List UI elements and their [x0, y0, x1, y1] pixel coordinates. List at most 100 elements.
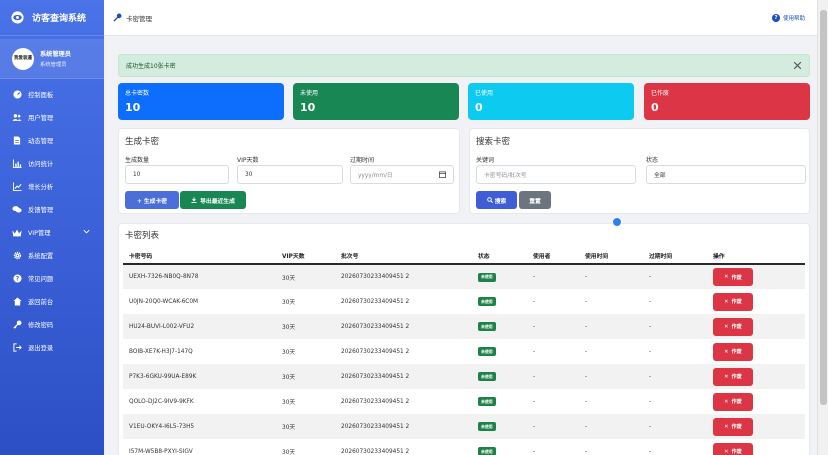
- void-button[interactable]: ✕ 作废: [713, 268, 753, 286]
- help-label: 使用帮助: [782, 16, 805, 22]
- batch-number: 20260730233409451 2: [341, 314, 478, 339]
- used-time-cell: -: [585, 364, 649, 389]
- list-title: 卡密列表: [125, 231, 160, 241]
- card-code: P7K3-6GKU-99UA-E89K: [123, 364, 282, 389]
- vip-days: 30天: [282, 450, 296, 455]
- generate-button[interactable]: + 生成卡密: [125, 191, 179, 209]
- reset-button[interactable]: 重置: [519, 191, 551, 209]
- download-icon: [191, 197, 197, 203]
- days-input[interactable]: 30: [237, 165, 343, 184]
- keyword-input[interactable]: 卡密号码/批次号: [476, 165, 636, 184]
- sidebar-item-posts[interactable]: 动态管理: [0, 129, 104, 152]
- user-cell: -: [533, 364, 585, 389]
- sidebar-item-label: 增长分析: [28, 184, 54, 191]
- expire-time-cell: -: [649, 298, 652, 305]
- gear-icon: [12, 251, 22, 261]
- scrollbar[interactable]: [817, 0, 828, 455]
- header-used-time: 使用时间: [585, 248, 649, 265]
- status-badge: 未使用: [478, 372, 496, 381]
- user-cell: -: [533, 348, 536, 355]
- card-code: UEXH-7326-NB0Q-8N78: [123, 264, 282, 289]
- sidebar-item-dashboard[interactable]: 控制面板: [0, 83, 104, 106]
- close-icon: ✕: [724, 274, 729, 280]
- void-button[interactable]: ✕ 作废: [713, 292, 753, 311]
- stat-voided: 已作废 0: [644, 83, 810, 120]
- key-icon: [113, 13, 122, 22]
- sidebar-item-label: 控制面板: [28, 92, 54, 99]
- void-label: 作废: [731, 399, 742, 405]
- user-cell: -: [533, 398, 536, 405]
- brand[interactable]: 访客查询系统: [0, 0, 104, 36]
- bar-chart-icon: [12, 159, 22, 169]
- status-badge: 未使用: [478, 297, 496, 306]
- chevron-down-icon: [83, 229, 90, 236]
- expire-time-cell: -: [649, 264, 713, 289]
- key-icon: [12, 320, 22, 330]
- table-row: P7K3-6GKU-99UA-E89K 30天 2026073023340945…: [123, 364, 805, 389]
- search-icon: [486, 197, 493, 203]
- expire-placeholder: yyyy/mm/日: [358, 173, 393, 179]
- sidebar-item-config[interactable]: 系统配置: [0, 244, 104, 267]
- vip-days: 30天: [282, 364, 341, 389]
- stat-value: 10: [125, 101, 141, 114]
- expire-date-input[interactable]: yyyy/mm/日: [350, 165, 454, 184]
- stat-unused: 未使用 10: [293, 83, 459, 120]
- close-icon: ✕: [724, 398, 729, 405]
- export-button[interactable]: 导出最近生成: [180, 191, 246, 209]
- sidebar-item-home[interactable]: 返回前台: [0, 290, 104, 313]
- search-title: 搜索卡密: [476, 137, 511, 147]
- sidebar-item-users[interactable]: 用户管理: [0, 106, 104, 129]
- vip-days: 30天: [282, 350, 296, 356]
- table-row: U0JN-20Q0-WCAK-6C0M 30天 2026073023340945…: [123, 289, 805, 314]
- void-button[interactable]: ✕ 作废: [713, 367, 753, 386]
- void-label: 作废: [731, 374, 742, 380]
- sidebar-item-label: 访问统计: [28, 161, 54, 168]
- void-button[interactable]: ✕ 作废: [713, 442, 753, 455]
- status-select[interactable]: 全部: [646, 165, 806, 184]
- status-label: 状态: [646, 157, 659, 164]
- sidebar-item-label: 常见问题: [28, 276, 54, 283]
- sidebar-item-password[interactable]: 修改密码: [0, 313, 104, 336]
- close-icon: ✕: [724, 448, 729, 455]
- chat-bubble-icon[interactable]: [612, 217, 622, 227]
- sidebar-item-stats[interactable]: 访问统计: [0, 152, 104, 175]
- void-button[interactable]: ✕ 作废: [713, 417, 753, 436]
- avatar: 我爱装逼: [12, 47, 34, 70]
- used-time-cell: -: [585, 414, 649, 439]
- scrollbar-thumb[interactable]: [820, 10, 827, 405]
- sidebar-item-logout[interactable]: 退出登录: [0, 336, 104, 359]
- stat-value: 0: [475, 101, 483, 114]
- expire-time-cell: -: [649, 414, 713, 439]
- header-status: 状态: [478, 248, 533, 265]
- sidebar: 访客查询系统 我爱装逼 系统管理员 系统管理员 控制面板 用户管理 动态管理 访…: [0, 0, 104, 455]
- help-link[interactable]: ? 使用帮助: [771, 14, 805, 22]
- question-icon: ?: [12, 274, 22, 284]
- void-label: 作废: [731, 349, 742, 355]
- used-time-cell: -: [585, 298, 588, 305]
- void-button[interactable]: ✕ 作废: [713, 342, 753, 361]
- void-button[interactable]: ✕ 作废: [713, 392, 753, 411]
- count-input[interactable]: 10: [125, 165, 229, 184]
- batch-number: 20260730233409451 2: [341, 448, 410, 455]
- sidebar-item-vip[interactable]: VIP管理: [0, 221, 104, 244]
- card-code: BOIB-XE7K-H3J7-147Q: [129, 348, 193, 355]
- search-label: 搜索: [494, 198, 507, 205]
- sidebar-item-growth[interactable]: 增长分析: [0, 175, 104, 198]
- void-button[interactable]: ✕ 作废: [713, 317, 753, 336]
- close-icon[interactable]: [792, 60, 803, 71]
- expire-time-cell: -: [649, 398, 652, 405]
- sidebar-item-label: 用户管理: [28, 115, 54, 122]
- search-button[interactable]: 搜索: [476, 191, 517, 209]
- eye-icon: [10, 11, 24, 25]
- document-icon: [12, 136, 22, 146]
- header-user: 使用者: [533, 248, 585, 265]
- calendar-icon[interactable]: [439, 171, 446, 180]
- sidebar-item-feedback[interactable]: 反馈管理: [0, 198, 104, 221]
- status-badge: 未使用: [478, 447, 496, 455]
- status-badge: 未使用: [478, 347, 496, 356]
- card-code: U0JN-20Q0-WCAK-6C0M: [129, 298, 199, 305]
- batch-number: 20260730233409451 2: [341, 364, 478, 389]
- sidebar-item-faq[interactable]: ? 常见问题: [0, 267, 104, 290]
- stat-label: 已使用: [475, 90, 494, 97]
- card-table: 卡密号码 VIP天数 批次号 状态 使用者 使用时间 过期时间 操作 UEXH-…: [123, 248, 805, 455]
